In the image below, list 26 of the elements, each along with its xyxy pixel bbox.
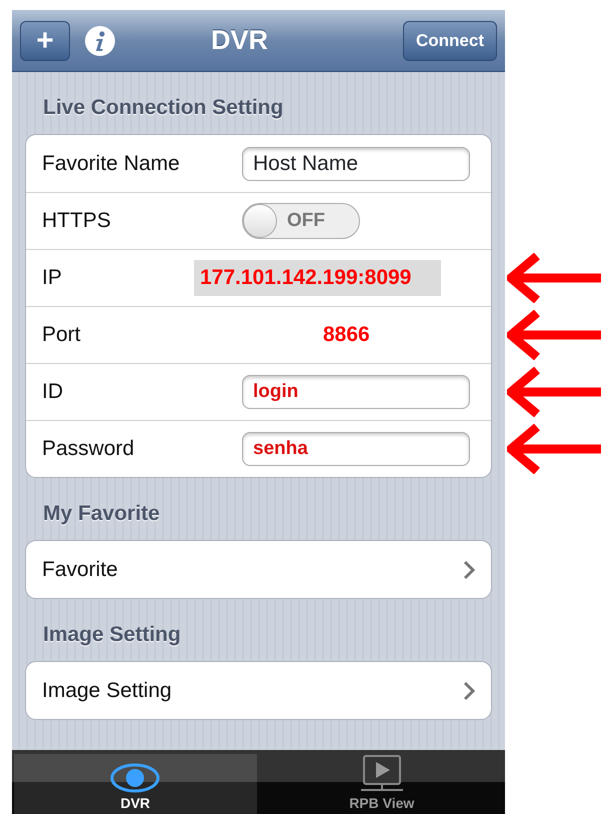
input-field[interactable]: senha bbox=[242, 432, 470, 466]
connect-button[interactable]: Connect bbox=[403, 20, 497, 60]
info-icon[interactable] bbox=[84, 24, 116, 56]
chevron-icon bbox=[463, 560, 475, 580]
input-field[interactable]: login bbox=[242, 375, 470, 409]
tab[interactable]: DVR bbox=[14, 754, 256, 814]
chevron-icon bbox=[463, 680, 475, 700]
value-text: 177.101.142.199:8099 bbox=[194, 260, 442, 296]
row-label: Port bbox=[42, 322, 82, 348]
row-label: Password bbox=[42, 436, 136, 462]
row-label: ID bbox=[42, 379, 64, 406]
list-row[interactable]: Favorite bbox=[26, 541, 491, 598]
section-header: My Favorite bbox=[42, 501, 161, 527]
row-label: HTTPS bbox=[42, 208, 112, 234]
input-field[interactable]: Host Name bbox=[242, 146, 470, 180]
tab[interactable]: RPB View bbox=[260, 754, 503, 814]
value-text: 8866 bbox=[323, 322, 370, 348]
toggle-switch[interactable]: OFF bbox=[242, 203, 360, 239]
add-button[interactable]: + bbox=[20, 20, 70, 60]
section-header: Image Setting bbox=[42, 622, 182, 648]
section-header: Live Connection Setting bbox=[42, 95, 284, 121]
list-row[interactable]: Image Setting bbox=[26, 662, 491, 719]
monitor-play-icon bbox=[358, 755, 405, 793]
screen-title: DVR bbox=[210, 24, 269, 58]
eye-icon bbox=[110, 763, 160, 793]
row-label: Favorite Name bbox=[42, 150, 181, 177]
